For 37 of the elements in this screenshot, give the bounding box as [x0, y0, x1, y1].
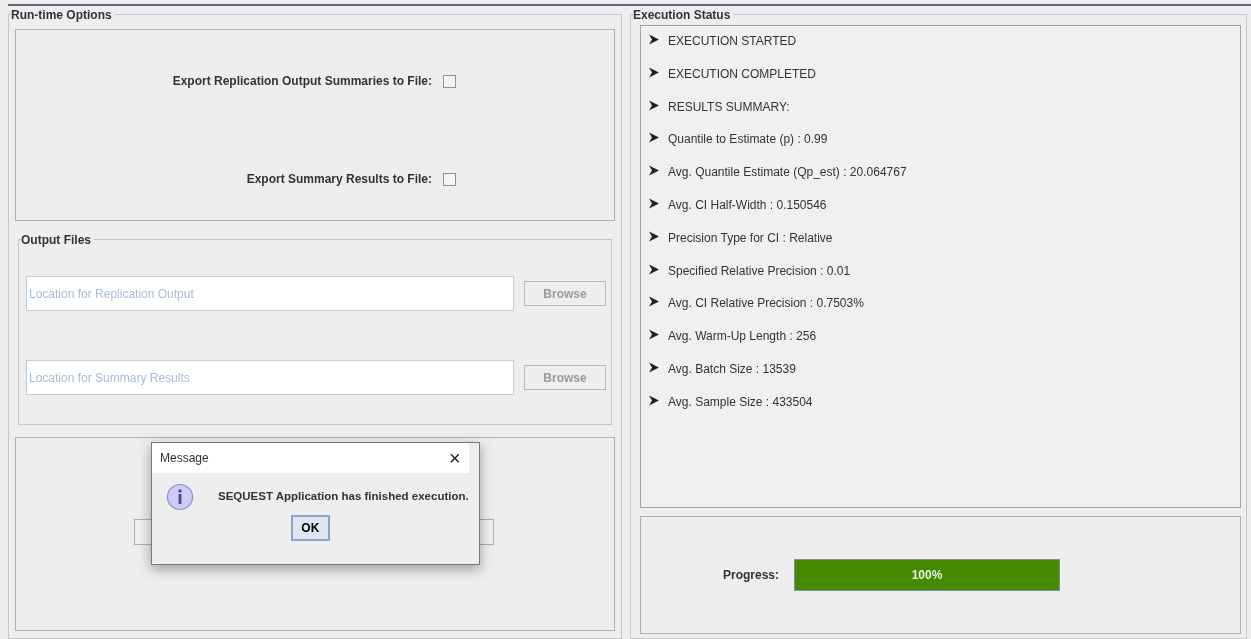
export-label: Export Summary Results to File:: [246, 171, 432, 188]
dialog-title: Message: [160, 450, 209, 467]
status-line: Avg. CI Relative Precision : 0.7503%: [668, 295, 864, 313]
arrow-icon: [648, 132, 660, 144]
arrow-icon: [648, 99, 660, 111]
close-button[interactable]: ×: [449, 448, 461, 468]
dialog-message: SEQUEST Application has finished execution.: [218, 489, 469, 505]
arrow-icon: [648, 66, 660, 78]
info-icon: [166, 483, 194, 511]
location-field[interactable]: Location for Replication Output: [26, 276, 514, 311]
arrow-icon: [648, 230, 660, 242]
ok-button[interactable]: OK: [290, 515, 330, 541]
arrow-icon: [648, 329, 660, 341]
status-line: RESULTS SUMMARY:: [668, 98, 790, 116]
arrow-icon: [648, 394, 660, 406]
export-label: Export Replication Output Summaries to File:: [172, 73, 432, 90]
progress-reading: 100%: [911, 567, 943, 584]
status-line: EXECUTION COMPLETED: [668, 65, 817, 83]
status-line: Avg. Sample Size : 433504: [668, 393, 813, 411]
status-line: Quantile to Estimate (p) : 0.99: [668, 131, 828, 149]
progress-label: Progress:: [723, 567, 780, 584]
arrow-icon: [648, 34, 660, 45]
status-line: Avg. CI Half-Width : 0.150546: [668, 197, 827, 214]
status-line: Avg. Warm-Up Length : 256: [668, 328, 817, 346]
arrow-icon: [648, 296, 660, 308]
status-line: Avg. Batch Size : 13539: [668, 360, 796, 378]
status-line: Avg. Quantile Estimate (Qp_est) : 20.064767: [668, 164, 907, 182]
status-line: Specified Relative Precision : 0.01: [668, 262, 851, 280]
arrow-icon: [648, 361, 660, 373]
arrow-icon: [648, 263, 660, 275]
export-checkbox[interactable]: [443, 74, 456, 88]
arrow-icon: [648, 198, 660, 209]
status-line: EXECUTION STARTED: [668, 33, 797, 50]
export-checkbox[interactable]: [443, 172, 456, 186]
location-field[interactable]: Location for Summary Results: [26, 360, 514, 395]
status-line: Precision Type for CI : Relative: [668, 229, 833, 247]
arrow-icon: [648, 165, 660, 177]
